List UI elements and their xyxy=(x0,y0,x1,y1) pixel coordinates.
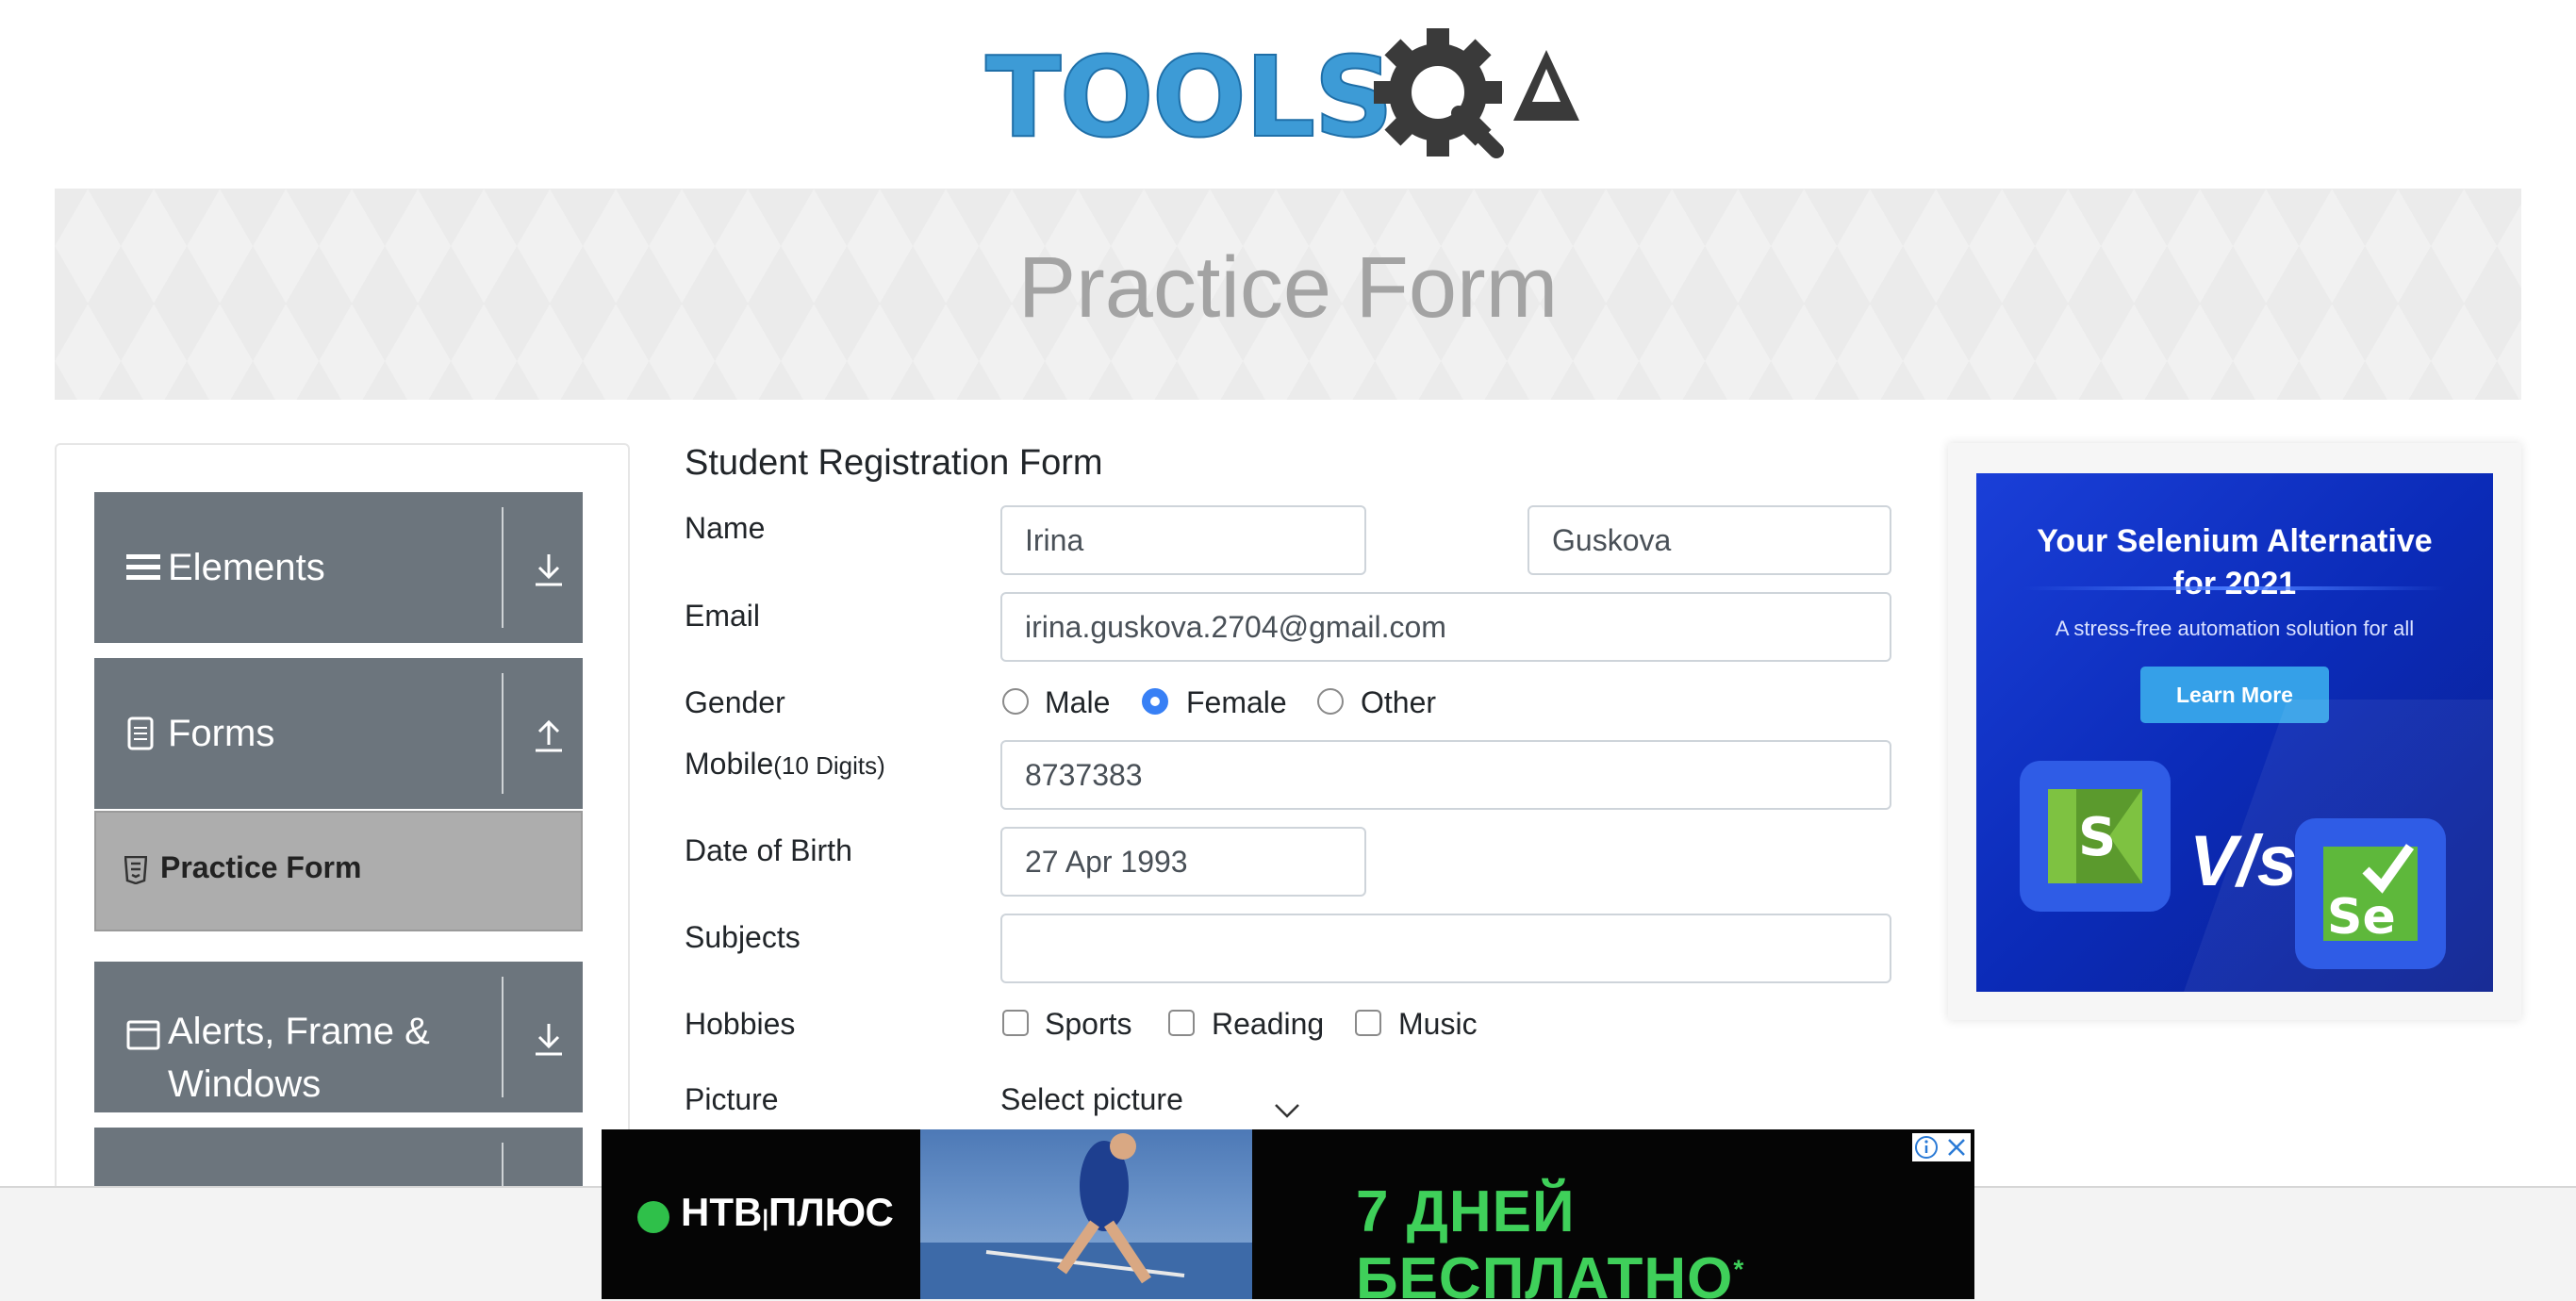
sidebar-group-elements[interactable]: Elements xyxy=(94,492,583,643)
html5-icon xyxy=(124,856,147,884)
page-title: Practice Form xyxy=(1017,239,1559,336)
picture-label: Picture xyxy=(685,1082,779,1116)
ntv-logo-icon xyxy=(637,1201,669,1233)
sidebar-item-practice-form[interactable]: Practice Form xyxy=(94,811,583,931)
subjects-label: Subjects xyxy=(685,920,801,954)
sidebar: Elements Forms Practice Form Alerts, Fra… xyxy=(55,443,630,1295)
gender-female-label[interactable]: Female xyxy=(1186,685,1287,720)
window-icon xyxy=(126,1020,160,1050)
sidebar-group-label-line1: Alerts, Frame & xyxy=(168,1011,430,1052)
ntv-brand-suffix: ПЛЮС xyxy=(768,1190,894,1234)
ad-banner-right[interactable]: Your Selenium Alternative for 2021 A str… xyxy=(1948,443,2521,1020)
katalon-logo-icon: S xyxy=(2020,761,2171,912)
ntv-brand: НТВ|ПЛЮС xyxy=(681,1190,894,1234)
gender-other-radio[interactable] xyxy=(1317,688,1344,715)
ad-photo xyxy=(920,1129,1252,1299)
hobby-music-label[interactable]: Music xyxy=(1398,1007,1478,1042)
arrow-down-icon[interactable] xyxy=(528,1018,570,1060)
gender-label: Gender xyxy=(685,685,785,719)
mobile-label-text: Mobile xyxy=(685,747,774,781)
hobbies-label: Hobbies xyxy=(685,1007,796,1041)
hobby-reading-checkbox[interactable] xyxy=(1168,1010,1195,1036)
hobby-sports-label[interactable]: Sports xyxy=(1045,1007,1131,1042)
toolsqa-logo[interactable]: TOOLS xyxy=(984,26,1598,177)
email-input[interactable]: irina.guskova.2704@gmail.com xyxy=(1000,592,1891,662)
chevron-down-icon[interactable] xyxy=(1273,1101,1301,1120)
subjects-input[interactable] xyxy=(1000,914,1891,983)
first-name-input[interactable]: Irina xyxy=(1000,505,1366,575)
document-icon xyxy=(127,716,154,750)
mobile-hint: (10 Digits) xyxy=(773,751,885,780)
form-title: Student Registration Form xyxy=(685,443,1103,483)
arrow-up-icon[interactable] xyxy=(528,715,570,756)
ad-subtitle: A stress-free automation solution for al… xyxy=(2055,617,2415,640)
gender-female-radio[interactable] xyxy=(1142,688,1168,715)
divider xyxy=(502,673,504,794)
mobile-label: Mobile(10 Digits) xyxy=(685,747,885,782)
ad-promo-mark: * xyxy=(1733,1254,1745,1284)
ad-vs-text: V/s xyxy=(2189,821,2298,901)
ad-headline: Your Selenium Alternative for 2021 xyxy=(1976,520,2493,605)
page-banner: Practice Form xyxy=(55,189,2521,400)
divider xyxy=(502,507,504,628)
hamburger-icon xyxy=(126,554,160,580)
selenium-logo-icon: Se xyxy=(2295,818,2446,969)
sidebar-item-label: Practice Form xyxy=(160,850,362,884)
ad-headline-line1: Your Selenium Alternative xyxy=(2037,523,2433,559)
dob-input[interactable]: 27 Apr 1993 xyxy=(1000,827,1366,897)
hobby-sports-checkbox[interactable] xyxy=(1002,1010,1029,1036)
sidebar-group-label-line2: Windows xyxy=(168,1063,322,1105)
name-label: Name xyxy=(685,511,766,545)
logo-gear-qa-icon xyxy=(1374,28,1579,158)
ntv-brand-text: НТВ xyxy=(681,1190,763,1234)
divider xyxy=(502,977,504,1097)
dob-label: Date of Birth xyxy=(685,833,852,867)
ad-headline-line2: for 2021 xyxy=(2172,566,2297,601)
gender-male-label[interactable]: Male xyxy=(1045,685,1110,720)
ad-close-icon[interactable] xyxy=(1944,1135,1969,1160)
svg-text:Se: Se xyxy=(2327,889,2396,946)
ad-panel: Your Selenium Alternative for 2021 A str… xyxy=(1976,473,2493,992)
sidebar-group-forms[interactable]: Forms xyxy=(94,658,583,809)
ad-info-icon[interactable] xyxy=(1914,1135,1939,1160)
arrow-down-icon[interactable] xyxy=(528,549,570,590)
select-picture-button[interactable]: Select picture xyxy=(1000,1082,1183,1117)
sidebar-group-label: Elements xyxy=(168,547,325,588)
mobile-input[interactable]: 8737383 xyxy=(1000,740,1891,810)
ad-promo-main: 7 ДНЕЙ БЕСПЛАТНО xyxy=(1356,1179,1734,1299)
gender-male-radio[interactable] xyxy=(1002,688,1029,715)
hobby-music-checkbox[interactable] xyxy=(1355,1010,1381,1036)
svg-text:S: S xyxy=(2078,807,2116,868)
ad-controls xyxy=(1912,1133,1971,1161)
last-name-input[interactable]: Guskova xyxy=(1527,505,1891,575)
gender-other-label[interactable]: Other xyxy=(1361,685,1436,720)
sidebar-group-alerts-frame-windows[interactable]: Alerts, Frame & Windows xyxy=(94,962,583,1112)
ad-promo-text: 7 ДНЕЙ БЕСПЛАТНО* xyxy=(1356,1178,1974,1299)
ad-banner-bottom[interactable]: НТВ|ПЛЮС 7 ДНЕЙ БЕСПЛАТНО* xyxy=(602,1129,1974,1299)
logo-tools-text: TOOLS xyxy=(984,32,1395,162)
ad-divider xyxy=(2023,586,2446,590)
sidebar-group-label: Forms xyxy=(168,713,275,754)
email-label: Email xyxy=(685,599,761,633)
athlete-image-icon xyxy=(920,1133,1252,1299)
hobby-reading-label[interactable]: Reading xyxy=(1212,1007,1324,1042)
